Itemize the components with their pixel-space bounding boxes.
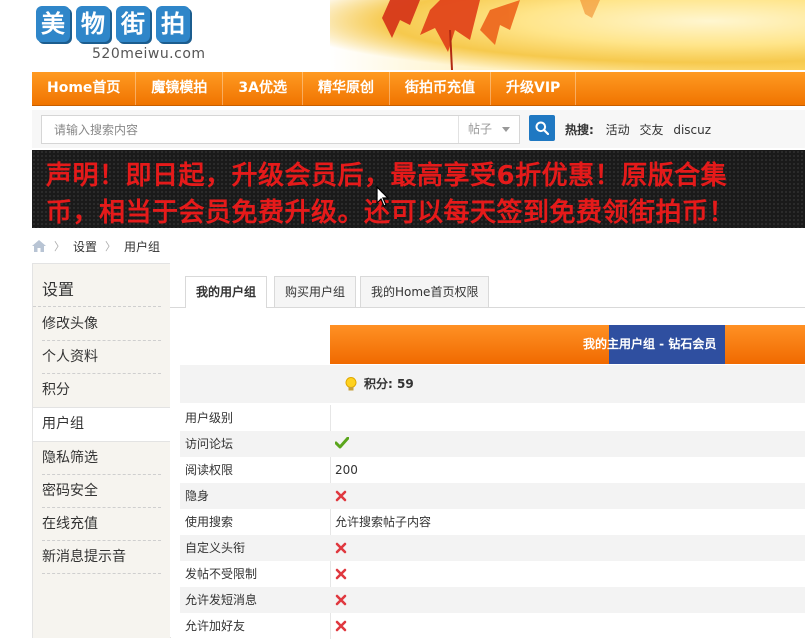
search-type-label: 帖子: [468, 122, 493, 136]
points-row: 积分: 59: [180, 365, 805, 403]
cross-icon: [335, 542, 347, 554]
breadcrumb-separator-icon: 〉: [105, 240, 117, 253]
table-row: 访问论坛: [180, 431, 805, 457]
main-nav: Home首页 魔镜模拍 3A优选 精华原创 街拍币充值 升级VIP: [32, 72, 805, 106]
row-label: 允许发短消息: [185, 593, 258, 607]
usergroup-header: 我的主用户组 - 钻石会员: [330, 325, 805, 364]
settings-sidebar: 设置 修改头像 个人资料 积分 用户组 隐私筛选 密码安全 在线充值 新消息提示…: [32, 263, 171, 638]
tab-my-usergroup[interactable]: 我的用户组: [185, 276, 268, 308]
search-button[interactable]: [529, 115, 555, 141]
nav-item-mirror[interactable]: 魔镜模拍: [136, 72, 224, 105]
mouse-cursor-icon: [376, 186, 390, 207]
row-label: 自定义头衔: [185, 541, 246, 555]
breadcrumb: 〉 设置 〉 用户组: [32, 236, 160, 256]
row-label: 访问论坛: [185, 437, 234, 451]
table-row: 允许发短消息: [180, 587, 805, 613]
sidebar-item-label: 积分: [42, 382, 70, 398]
tab-home-permissions[interactable]: 我的Home首页权限: [360, 276, 490, 307]
sidebar-item-recharge[interactable]: 在线充值: [33, 508, 170, 541]
sidebar-item-label: 新消息提示音: [42, 549, 126, 565]
hot-term-link[interactable]: discuz: [673, 123, 711, 137]
sidebar-item-avatar[interactable]: 修改头像: [33, 308, 170, 341]
hot-term-link[interactable]: 活动: [606, 123, 630, 137]
sidebar-item-password[interactable]: 密码安全: [33, 475, 170, 508]
row-label: 用户级别: [185, 411, 234, 425]
row-value: 200: [335, 463, 358, 477]
sidebar-item-credits[interactable]: 积分: [33, 374, 170, 407]
logo-char: 拍: [156, 6, 190, 42]
site-header: 美 物 街 拍 520meiwu.com: [0, 0, 805, 70]
sidebar-item-label: 修改头像: [42, 316, 98, 332]
points-value: 积分: 59: [364, 377, 414, 391]
row-value: 允许搜索帖子内容: [335, 515, 432, 529]
row-label: 阅读权限: [185, 463, 234, 477]
sidebar-item-notify-sound[interactable]: 新消息提示音: [33, 541, 170, 574]
home-icon[interactable]: [32, 240, 46, 252]
main-content: 我的用户组 购买用户组 我的Home首页权限 我的主用户组 - 钻石会员 积分:…: [170, 263, 805, 639]
sidebar-title: 设置: [33, 264, 161, 307]
maple-leaves-image: [382, 0, 600, 70]
sidebar-item-privacy[interactable]: 隐私筛选: [33, 442, 170, 475]
table-row: 阅读权限 200: [180, 457, 805, 483]
sidebar-item-label: 用户组: [42, 416, 84, 432]
cross-icon: [335, 490, 347, 502]
chevron-down-icon: [502, 127, 510, 132]
breadcrumb-separator-icon: 〉: [54, 240, 65, 253]
row-label: 允许加好友: [185, 619, 246, 633]
sidebar-item-label: 个人资料: [42, 349, 98, 365]
table-row: 使用搜索 允许搜索帖子内容: [180, 509, 805, 535]
table-row: 发帖不受限制: [180, 561, 805, 587]
hot-search-label: 热搜:: [565, 123, 594, 137]
search-input[interactable]: [42, 116, 452, 143]
sidebar-item-label: 隐私筛选: [42, 450, 98, 466]
logo-char: 美: [36, 6, 70, 42]
nav-item-3a[interactable]: 3A优选: [223, 72, 303, 105]
announcement-banner[interactable]: 声明！即日起，升级会员后，最高享受6折优惠！原版合集 币，相当于会员免费升级。还…: [32, 150, 805, 228]
logo-url-text: 520meiwu.com: [92, 46, 206, 62]
row-label: 使用搜索: [185, 515, 234, 529]
table-row: 自定义头衔: [180, 535, 805, 561]
table-row: 允许加好友: [180, 613, 805, 639]
row-label: 隐身: [185, 489, 210, 503]
hot-term-link[interactable]: 交友: [639, 123, 663, 137]
search-type-select[interactable]: 帖子: [458, 116, 518, 143]
tab-bar: 我的用户组 购买用户组 我的Home首页权限: [170, 263, 805, 308]
logo-char: 物: [76, 6, 110, 42]
table-row: 用户级别: [180, 405, 805, 431]
cross-icon: [335, 620, 347, 632]
sidebar-item-label: 密码安全: [42, 483, 98, 499]
row-label: 发帖不受限制: [185, 567, 258, 581]
search-icon: [535, 121, 549, 135]
tab-buy-usergroup[interactable]: 购买用户组: [274, 276, 357, 307]
sidebar-item-label: 在线充值: [42, 516, 98, 532]
site-logo[interactable]: 美 物 街 拍: [36, 6, 190, 42]
search-box: 帖子: [41, 115, 520, 144]
sidebar-item-usergroup[interactable]: 用户组: [33, 407, 171, 442]
check-icon: [335, 437, 349, 449]
nav-item-vip[interactable]: 升级VIP: [491, 72, 577, 105]
sidebar-item-profile[interactable]: 个人资料: [33, 341, 170, 374]
breadcrumb-item-settings[interactable]: 设置: [73, 238, 97, 255]
header-autumn-art: [330, 0, 805, 70]
announcement-line: 币，相当于会员免费升级。还可以每天签到免费领街拍币！: [46, 198, 736, 228]
nav-item-original[interactable]: 精华原创: [303, 72, 390, 105]
nav-item-recharge[interactable]: 街拍币充值: [390, 72, 491, 105]
lightbulb-icon: [345, 377, 357, 391]
logo-char: 街: [116, 6, 150, 42]
usergroup-header-text: 我的主用户组 - 钻石会员: [583, 337, 717, 351]
hot-search: 热搜: 活动 交友 discuz: [565, 121, 717, 138]
breadcrumb-item-usergroup: 用户组: [124, 239, 161, 254]
nav-item-home[interactable]: Home首页: [32, 72, 137, 105]
search-bar: 帖子 热搜: 活动 交友 discuz: [32, 110, 805, 148]
cross-icon: [335, 594, 347, 606]
cross-icon: [335, 568, 347, 580]
table-row: 隐身: [180, 483, 805, 509]
